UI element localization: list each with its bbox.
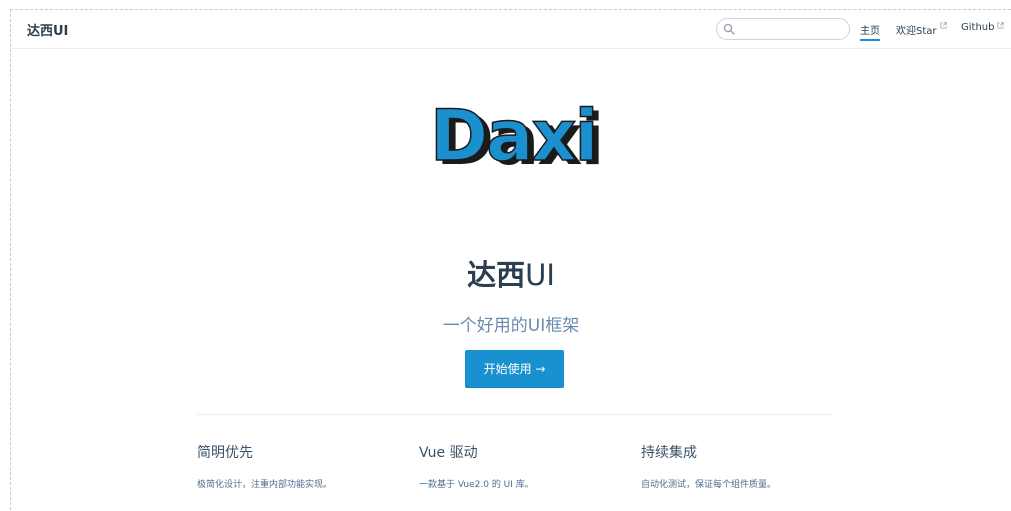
hero-description: 一个好用的UI框架 (442, 316, 580, 336)
get-started-button[interactable]: 开始使用 → (465, 350, 564, 388)
search-input[interactable] (739, 21, 847, 39)
hero-title-light: UI (525, 258, 555, 292)
feature-card-vue: Vue 驱动 一款基于 Vue2.0 的 UI 库。 (419, 442, 619, 490)
nav-link-home-label: 主页 (860, 26, 880, 37)
nav-link-star[interactable]: 欢迎Star (896, 22, 947, 37)
navbar: 达西UI 主页 欢迎Star Github (11, 10, 1011, 49)
external-link-icon (997, 22, 1005, 29)
feature-card-ci: 持续集成 自动化测试，保证每个组件质量。 (641, 442, 841, 490)
search-icon (723, 23, 735, 35)
section-divider (197, 414, 833, 415)
feature-title: 持续集成 (641, 445, 697, 461)
site-brand[interactable]: 达西UI (27, 20, 68, 39)
page-frame: 达西UI 主页 欢迎Star Github Daxi Daxi 达西UI 一个好… (10, 9, 1011, 511)
daxi-logo: Daxi Daxi (429, 96, 604, 174)
nav-link-home[interactable]: 主页 (860, 22, 880, 41)
feature-details: 极简化设计，注重内部功能实现。 (197, 480, 333, 490)
feature-details: 自动化测试，保证每个组件质量。 (641, 480, 777, 490)
feature-details: 一款基于 Vue2.0 的 UI 库。 (419, 480, 534, 490)
hero-title-bold: 达西 (467, 258, 526, 292)
search-box[interactable] (716, 18, 850, 40)
nav-link-github-label: Github (961, 22, 995, 33)
logo-text: Daxi (430, 96, 597, 174)
feature-card-simple: 简明优先 极简化设计，注重内部功能实现。 (197, 442, 397, 490)
external-link-icon (939, 22, 947, 29)
hero-title: 达西UI (11, 252, 1011, 294)
nav-link-star-label: 欢迎Star (896, 26, 937, 37)
feature-title: 简明优先 (197, 445, 253, 461)
feature-title: Vue 驱动 (419, 445, 478, 461)
nav-link-github[interactable]: Github (961, 22, 1005, 33)
